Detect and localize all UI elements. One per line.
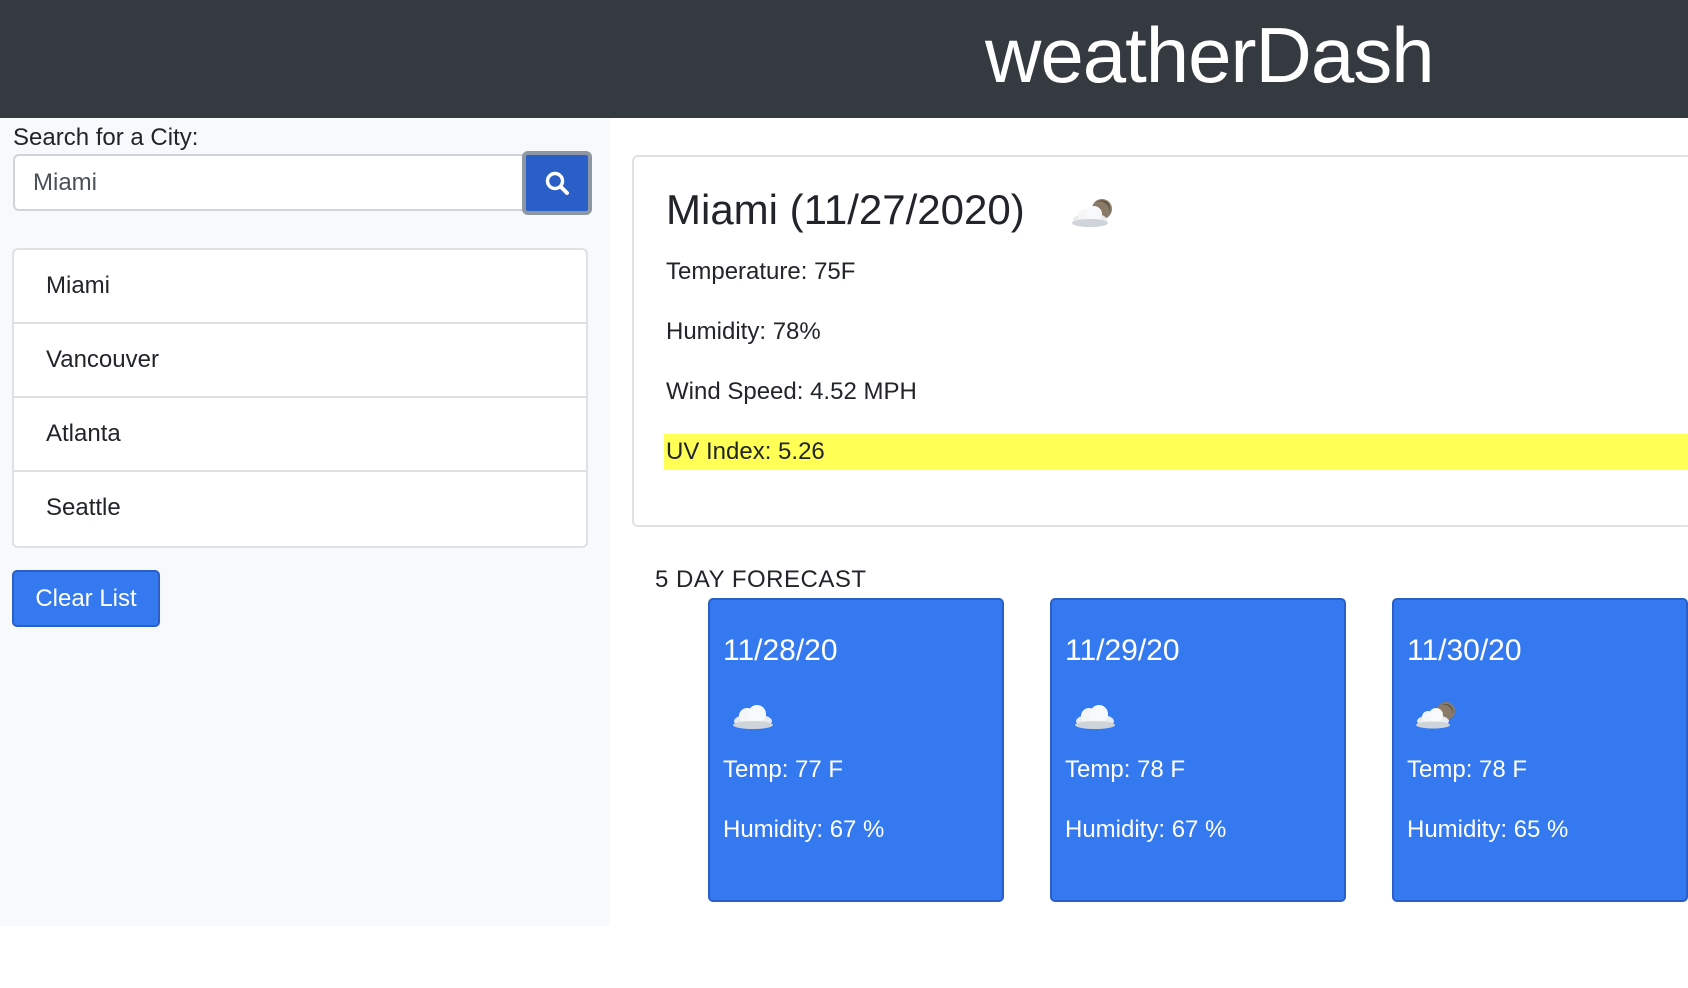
- partly-cloudy-night-icon: [1072, 199, 1112, 227]
- cloud-icon: [733, 705, 773, 729]
- forecast-temp: Temp: 78 F: [1065, 756, 1186, 783]
- city-history-list: Miami Vancouver Atlanta Seattle: [12, 248, 588, 548]
- forecast-humidity: Humidity: 67 %: [1065, 816, 1227, 843]
- city-item-miami[interactable]: Miami: [14, 250, 586, 324]
- forecast-temp: Temp: 78 F: [1407, 756, 1528, 783]
- clear-list-button[interactable]: Clear List: [12, 570, 160, 627]
- search-button[interactable]: [522, 151, 592, 215]
- current-uv-index: UV Index: 5.26: [666, 438, 825, 465]
- brand-title: weatherDash: [985, 11, 1435, 99]
- city-item-atlanta[interactable]: Atlanta: [14, 398, 586, 472]
- forecast-temp: Temp: 77 F: [723, 756, 844, 783]
- forecast-card: 11/30/20 Temp: 78 F Humidity: 65 %: [1392, 598, 1688, 902]
- forecast-date: 11/28/20: [723, 634, 838, 667]
- forecast-date: 11/29/20: [1065, 634, 1180, 667]
- search-input[interactable]: [13, 154, 524, 211]
- partly-cloudy-night-icon: [1416, 702, 1455, 729]
- current-wind-speed: Wind Speed: 4.52 MPH: [666, 378, 917, 405]
- forecast-humidity: Humidity: 67 %: [723, 816, 885, 843]
- current-humidity: Humidity: 78%: [666, 318, 821, 345]
- city-item-vancouver[interactable]: Vancouver: [14, 324, 586, 398]
- city-item-seattle[interactable]: Seattle: [14, 472, 586, 546]
- current-city-title: Miami (11/27/2020): [666, 186, 1025, 233]
- forecast-heading: 5 DAY FORECAST: [655, 566, 867, 593]
- search-label: Search for a City:: [13, 124, 199, 151]
- cloud-icon: [1075, 705, 1115, 729]
- forecast-date: 11/30/20: [1407, 634, 1522, 667]
- navbar: weatherDash: [0, 0, 1688, 118]
- forecast-card: 11/29/20 Temp: 78 F Humidity: 67 %: [1050, 598, 1346, 902]
- forecast-card: 11/28/20 Temp: 77 F Humidity: 67 %: [708, 598, 1004, 902]
- forecast-humidity: Humidity: 65 %: [1407, 816, 1569, 843]
- search-icon: [545, 171, 569, 195]
- current-temperature: Temperature: 75F: [666, 258, 856, 285]
